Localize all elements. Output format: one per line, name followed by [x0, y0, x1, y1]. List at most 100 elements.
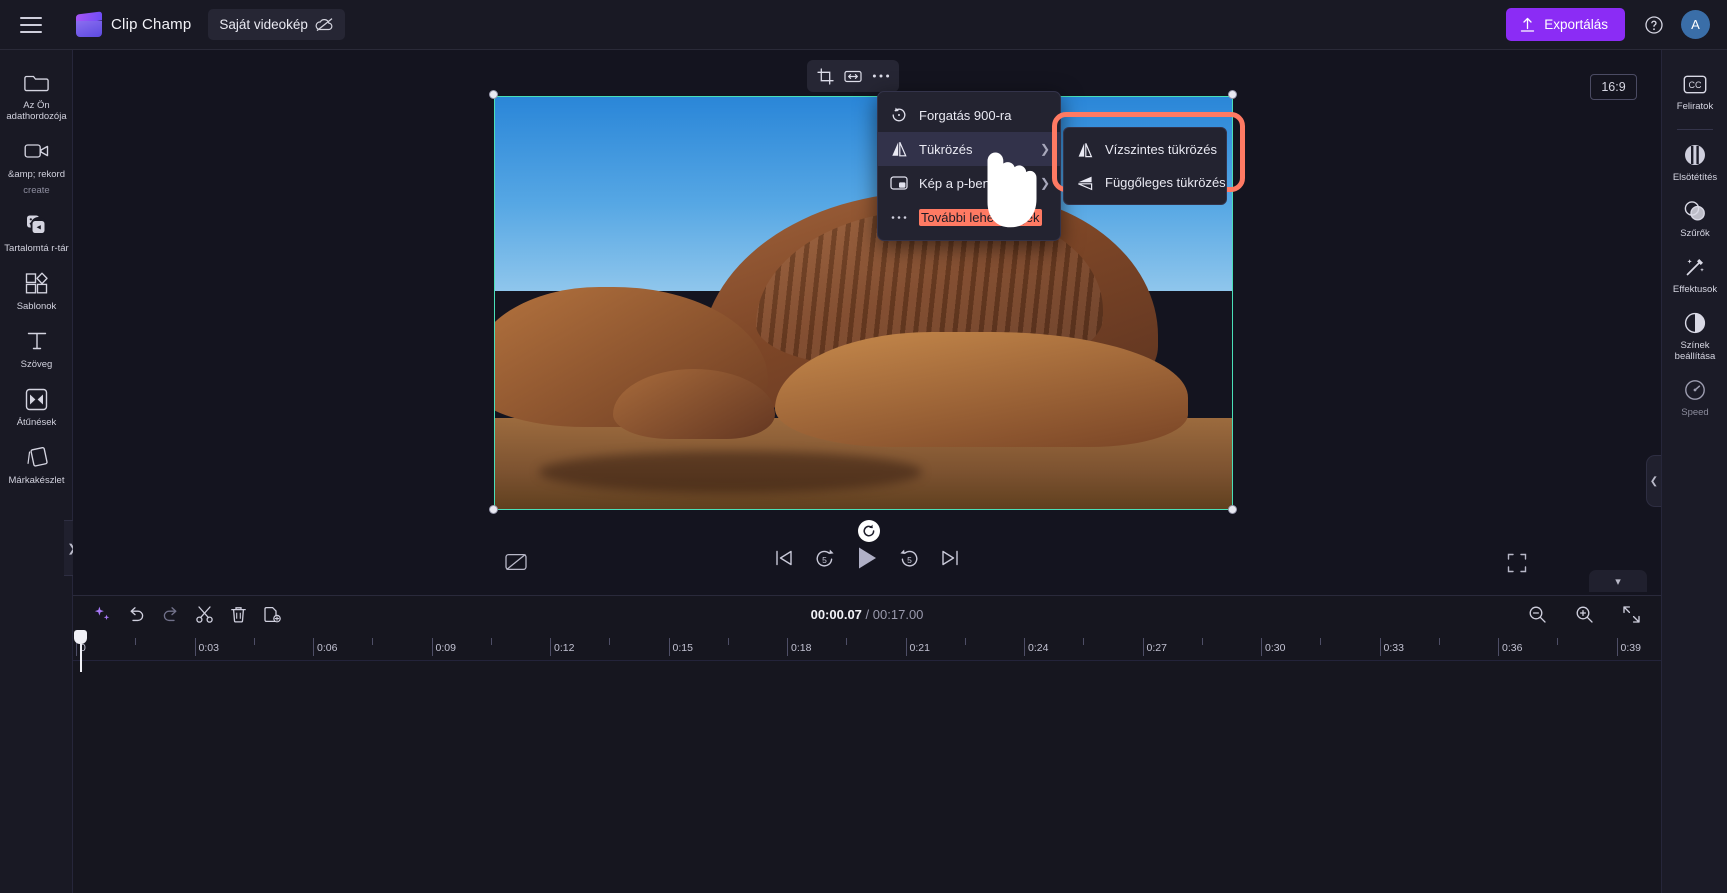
fit-width-icon[interactable] — [840, 64, 866, 88]
sidebar-item-brand-kit[interactable]: Márkakészlet — [0, 435, 73, 493]
clipchamp-editor: Clip Champ Saját videokép Exportálás A A… — [0, 0, 1727, 893]
timecode-display: 00:00.07 / 00:17.00 — [811, 607, 924, 622]
context-label-picture-in-picture: Kép a p-ben i — [919, 175, 997, 191]
content-library-icon — [24, 212, 50, 238]
text-icon — [24, 328, 50, 354]
sidebar-item-transitions[interactable]: Átűnések — [0, 377, 73, 435]
brand-logo-group[interactable]: Clip Champ — [76, 10, 192, 37]
right-item-adjust-colors[interactable]: Színek beállítása — [1662, 303, 1727, 370]
project-name-chip[interactable]: Saját videokép — [208, 9, 345, 40]
submenu-item-flip-horizontal[interactable]: Vízszintes tükrözés — [1064, 133, 1226, 166]
rewind-5-icon[interactable]: 5 — [814, 548, 835, 569]
timeline-collapse-handle[interactable]: ▾ — [1589, 570, 1647, 592]
resize-handle-top-right[interactable] — [1228, 90, 1237, 99]
filters-icon — [1683, 199, 1707, 223]
right-label-fade: Elsötétítés — [1672, 172, 1718, 183]
context-item-flip[interactable]: Tükrözés ❯ — [878, 132, 1060, 166]
sidebar-label-media: Az Ön adathordozója — [6, 100, 67, 122]
resize-handle-top-left[interactable] — [489, 90, 498, 99]
undo-icon[interactable] — [121, 601, 152, 629]
sidebar-item-record-create[interactable]: &amp; rekord create — [0, 129, 73, 203]
redo-icon[interactable] — [155, 601, 186, 629]
context-item-more-options[interactable]: További lehetőségek — [878, 200, 1060, 234]
playhead-line — [80, 644, 82, 672]
ruler-label: 0:06 — [317, 642, 338, 654]
brand-name: Clip Champ — [111, 16, 192, 33]
skip-back-icon[interactable] — [774, 548, 794, 568]
right-item-filters[interactable]: Szűrők — [1662, 191, 1727, 247]
ruler-tick-minor — [609, 638, 611, 645]
right-label-speed: Speed — [1681, 407, 1709, 418]
delete-trash-icon[interactable] — [223, 601, 254, 629]
aspect-ratio-badge[interactable]: 16:9 — [1590, 74, 1637, 100]
help-circle-icon[interactable] — [1644, 15, 1664, 35]
player-controls: 5 5 — [73, 535, 1661, 595]
zoom-in-icon[interactable] — [1569, 601, 1600, 629]
context-item-rotate[interactable]: Forgatás 900-ra — [878, 98, 1060, 132]
sidebar-item-content-library[interactable]: Tartalomtá r-tár — [0, 203, 73, 261]
resize-handle-bottom-right[interactable] — [1228, 505, 1237, 514]
forward-5-icon[interactable]: 5 — [899, 548, 920, 569]
duplicate-icon[interactable] — [257, 601, 288, 629]
transitions-icon — [24, 386, 50, 412]
right-item-speed[interactable]: Speed — [1662, 370, 1727, 426]
fade-icon — [1683, 143, 1707, 167]
ruler-tick-major — [787, 638, 788, 656]
avatar[interactable]: A — [1681, 10, 1710, 39]
sidebar-label-content-library: Tartalomtá r-tár — [4, 243, 69, 254]
right-item-effects[interactable]: Effektusok — [1662, 247, 1727, 303]
chevron-right-icon: ❯ — [1039, 142, 1050, 156]
timeline-tools-right — [1522, 601, 1647, 629]
hamburger-icon[interactable] — [20, 16, 42, 33]
ruler-tick-major — [905, 638, 907, 656]
clip-context-menu: Forgatás 900-ra Tükrözés ❯ Kép a p-ben i… — [877, 91, 1061, 241]
captions-off-icon[interactable] — [505, 553, 527, 571]
ruler-tick-major — [1024, 638, 1025, 656]
right-label-adjust-colors: Színek beállítása — [1674, 340, 1716, 362]
ruler-tick-major — [1379, 638, 1381, 656]
preview-shadow — [539, 451, 923, 493]
ruler-label: 0:15 — [672, 642, 693, 654]
split-scissors-icon[interactable] — [189, 601, 220, 629]
skip-forward-icon[interactable] — [940, 548, 960, 568]
sidebar-label-text: Szöveg — [20, 359, 53, 370]
sidebar-item-media[interactable]: Az Ön adathordozója — [0, 60, 73, 129]
context-label-more-options: További lehetőségek — [919, 208, 1042, 226]
avatar-initial: A — [1691, 17, 1700, 32]
preview-rock-front — [775, 331, 1188, 448]
context-item-picture-in-picture[interactable]: Kép a p-ben i ❯ — [878, 166, 1060, 200]
flip-horizontal-icon — [1075, 140, 1094, 159]
timeline-ruler[interactable]: 0 0:03 0:06 0:09 0:12 0:15 0:18 0:21 0:24 0:27 0:3… — [73, 634, 1661, 661]
svg-text:CC: CC — [1689, 80, 1702, 90]
fullscreen-icon[interactable] — [1507, 553, 1527, 573]
ruler-tick-minor — [1201, 638, 1203, 645]
ruler-tick-minor — [846, 638, 848, 645]
more-horizontal-icon[interactable] — [868, 64, 894, 88]
timeline-panel: 00:00.07 / 00:17.00 0 0:03 0:06 0:09 0:12 0:1… — [73, 595, 1661, 893]
sidebar-sublabel-create: create — [23, 185, 50, 196]
preview-panel-collapse-arrow[interactable]: ❮ — [1646, 455, 1661, 507]
zoom-out-icon[interactable] — [1522, 601, 1553, 629]
fit-timeline-icon[interactable] — [1616, 601, 1647, 629]
sidebar-item-templates[interactable]: Sablonok — [0, 261, 73, 319]
ruler-tick-minor — [372, 638, 374, 645]
ruler-tick-major — [1498, 638, 1499, 656]
ruler-tick-major — [313, 638, 314, 656]
magic-sparkle-icon[interactable] — [87, 601, 118, 629]
right-item-captions[interactable]: CC Feliratok — [1662, 64, 1727, 120]
sidebar-label-record: &amp; rekord — [7, 169, 66, 180]
resize-handle-bottom-left[interactable] — [489, 505, 498, 514]
adjust-colors-icon — [1683, 311, 1707, 335]
submenu-label-flip-vertical: Függőleges tükrözés — [1105, 175, 1226, 190]
export-button[interactable]: Exportálás — [1506, 8, 1625, 41]
total-time: 00:17.00 — [872, 607, 924, 622]
play-icon[interactable] — [855, 545, 879, 571]
ruler-label: 0:30 — [1265, 642, 1286, 654]
right-item-fade[interactable]: Elsötétítés — [1662, 135, 1727, 191]
sidebar-item-text[interactable]: Szöveg — [0, 319, 73, 377]
crop-icon[interactable] — [812, 64, 838, 88]
playhead-handle[interactable] — [74, 630, 87, 644]
submenu-item-flip-vertical[interactable]: Függőleges tükrözés — [1064, 166, 1226, 199]
ruler-tick-minor — [253, 638, 255, 645]
ruler-tick-major — [194, 638, 196, 656]
